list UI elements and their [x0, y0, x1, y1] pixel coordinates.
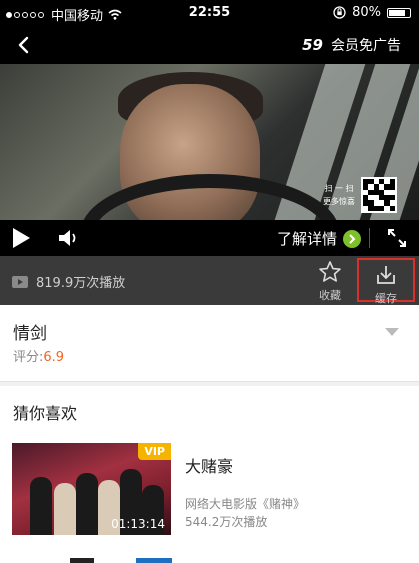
orientation-lock-icon: [333, 6, 346, 19]
battery-percent: 80%: [352, 5, 381, 20]
cache-label: 缓存: [375, 292, 397, 305]
movie-title: 情剑: [13, 324, 47, 344]
video-player[interactable]: 扫 一 扫 更多惊喜: [0, 64, 419, 220]
divider: [369, 228, 370, 248]
player-header: 59 会员免广告: [0, 26, 419, 64]
ad-skip-button[interactable]: 59 会员免广告: [302, 35, 401, 55]
status-bar: 中国移动 22:55 80%: [0, 0, 419, 26]
volume-icon[interactable]: [58, 228, 82, 248]
chevron-right-icon: [343, 229, 362, 248]
rating-label: 评分:: [13, 350, 44, 365]
recommend-description: 网络大电影版《赌神》: [185, 497, 306, 511]
learn-more-label: 了解详情: [277, 230, 338, 248]
recommend-title: 大赌豪: [185, 457, 234, 476]
battery-icon: [387, 7, 411, 18]
recommend-list-item[interactable]: VIP 01:13:14 大赌豪 网络大电影版《赌神》 544.2万次播放: [12, 443, 412, 535]
play-icon[interactable]: [11, 227, 31, 249]
play-count: 819.9万次播放: [36, 276, 126, 291]
ad-free-label: 会员免广告: [331, 38, 401, 54]
video-play-count-icon: [12, 275, 28, 288]
qr-code-icon: [361, 177, 397, 213]
qr-caption-2: 更多惊喜: [323, 197, 355, 206]
video-info-bar: 819.9万次播放 收藏 缓存: [0, 256, 419, 305]
movie-info: 情剑 评分:6.9: [0, 305, 419, 382]
favorite-label: 收藏: [319, 289, 341, 302]
movie-rating: 评分:6.9: [13, 346, 64, 365]
cache-button[interactable]: 缓存: [357, 258, 415, 305]
qr-caption-1: 扫 一 扫: [324, 184, 354, 193]
ad-countdown: 59: [302, 36, 323, 54]
learn-more-button[interactable]: 了解详情: [277, 228, 362, 249]
expand-down-icon[interactable]: [385, 328, 399, 336]
favorite-button[interactable]: 收藏: [310, 260, 350, 303]
back-arrow-icon[interactable]: [14, 35, 34, 55]
star-icon: [319, 261, 341, 282]
recommend-poster: VIP 01:13:14: [12, 443, 171, 535]
next-item-peek-2: [136, 558, 172, 563]
qr-promo: 扫 一 扫 更多惊喜: [323, 177, 397, 213]
recommend-play-count: 544.2万次播放: [185, 515, 268, 529]
player-controls: 了解详情: [0, 220, 419, 256]
recommend-section-title: 猜你喜欢: [13, 404, 78, 423]
vip-badge: VIP: [138, 443, 171, 460]
download-icon: [377, 266, 395, 284]
fullscreen-icon[interactable]: [386, 227, 408, 249]
next-item-peek: [70, 558, 94, 563]
rating-score: 6.9: [43, 350, 65, 365]
section-divider: [0, 382, 419, 386]
video-duration: 01:13:14: [111, 517, 165, 531]
